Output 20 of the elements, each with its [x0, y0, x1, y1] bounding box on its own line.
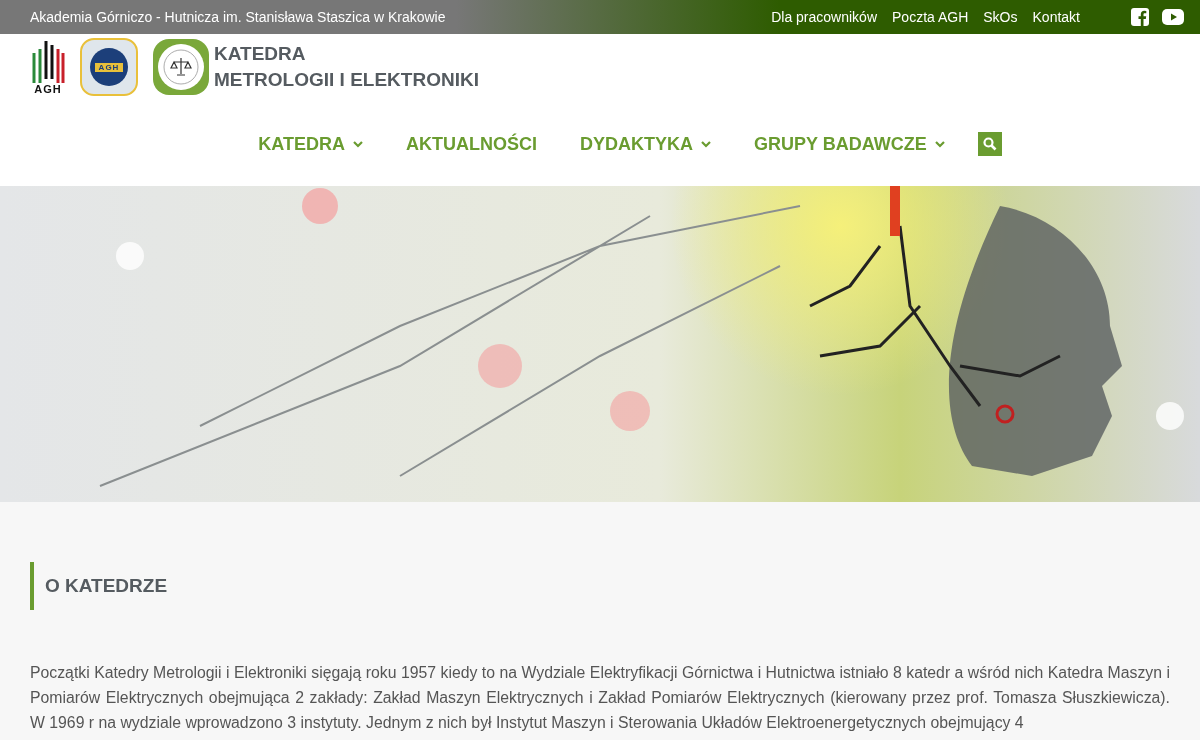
- caret-icon: [934, 140, 945, 148]
- stripes-logo-icon: [31, 39, 65, 83]
- department-title: METROLOGII I ELEKTRONIKI: [214, 68, 479, 92]
- youtube-icon[interactable]: [1162, 7, 1184, 27]
- top-link[interactable]: Poczta AGH: [892, 9, 969, 25]
- caret-icon: [353, 140, 363, 148]
- top-link[interactable]: Kontakt: [1032, 9, 1080, 25]
- logo-text: AGH: [34, 83, 62, 95]
- search-icon: [982, 137, 997, 151]
- seal-logo-icon: [152, 38, 210, 96]
- institution-name: Akademia Górniczo - Hutnicza im. Stanisława Staszica w Krakowie: [30, 9, 447, 25]
- facebook-icon[interactable]: [1130, 7, 1150, 27]
- department-title: KATEDRA: [214, 42, 307, 66]
- top-link[interactable]: Dla pracowników: [771, 9, 877, 25]
- top-link[interactable]: SkOs: [983, 9, 1018, 25]
- search-button[interactable]: [977, 132, 1002, 156]
- logo-text: AGH: [94, 62, 124, 72]
- caret-icon: [701, 140, 711, 148]
- paragraph: Początki Katedry Metrologii i Elektroniki sięgają roku 1957 kiedy to na Wydziale Elektryfikacji Górnictwa i Hutnictwa istniało 8 katedr a wśród nich Katedra Maszyn i Pomiarów Elektrycznych obejmująca 2 zakłady: Zakład Maszyn Elektrycznych i Zakład Pomiarów Elektrycznych (kierowany przez prof. Tomasza Słuszkiewicza). W 1969 r na wydziale wprowadzono 3 instytuty. Jednym z nich był Instytut Maszyn i Sterowania Układów Elektroenergetycznych obejmujący 4: [30, 663, 1170, 733]
- section-heading: O KATEDRZE: [45, 575, 169, 597]
